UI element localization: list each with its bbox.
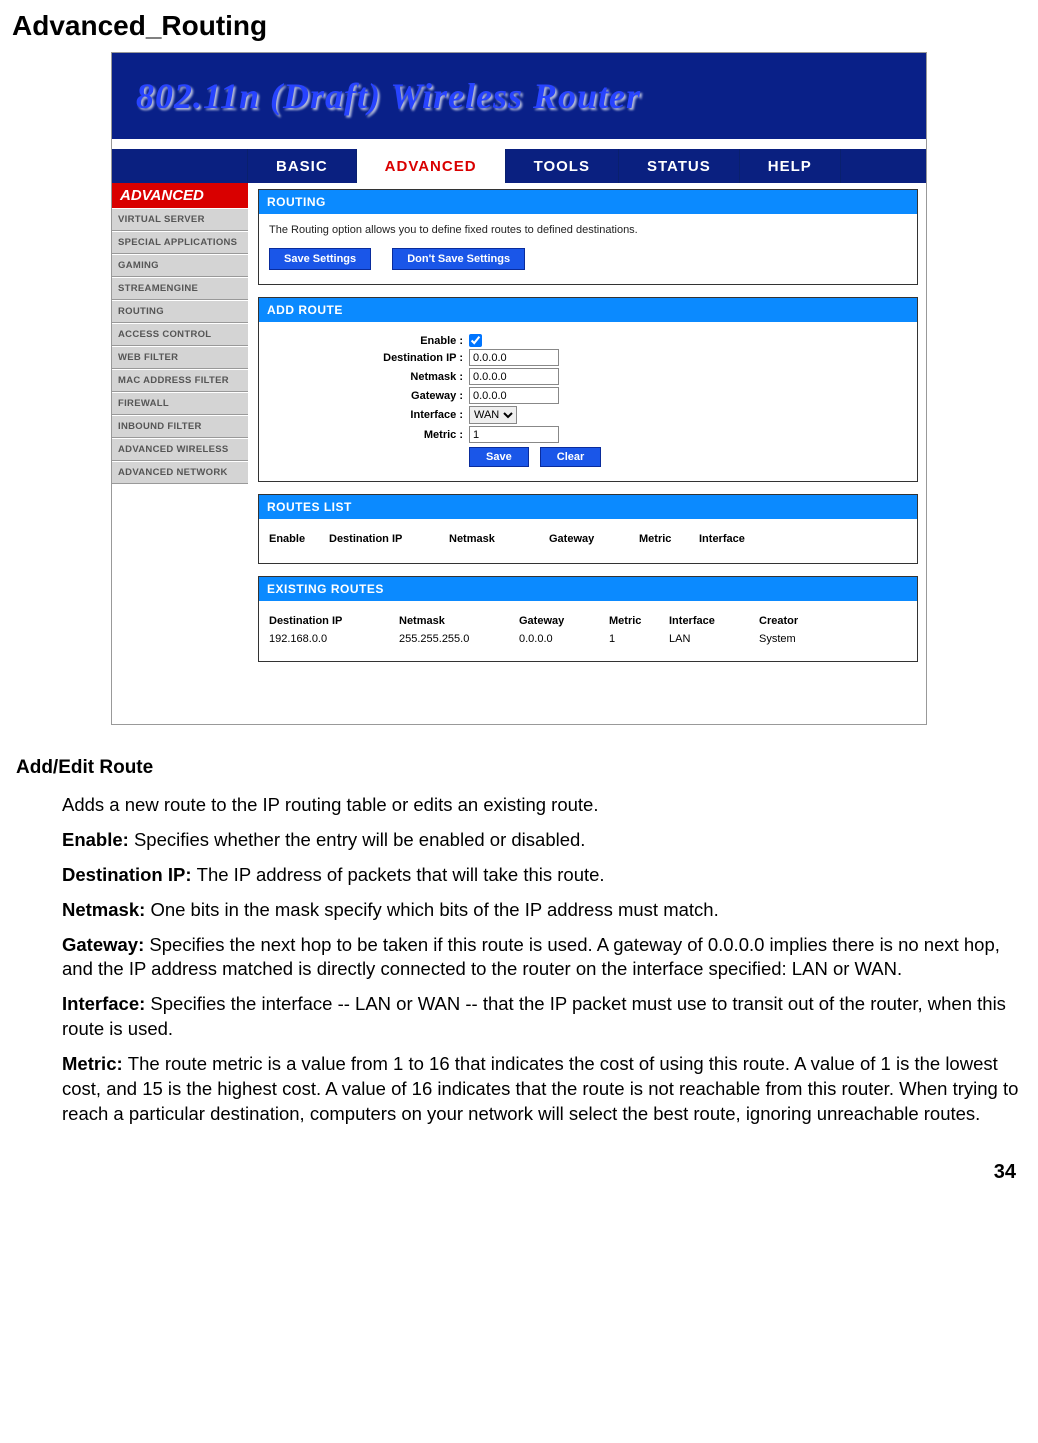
banner: 802.11n (Draft) Wireless Router [112, 53, 926, 139]
erow-gateway: 0.0.0.0 [519, 633, 609, 645]
add-route-panel-head: ADD ROUTE [259, 298, 917, 322]
ecol-netmask: Netmask [399, 615, 519, 627]
doc-interface: Interface: Specifies the interface -- LA… [62, 992, 1022, 1042]
erow-netmask: 255.255.255.0 [399, 633, 519, 645]
routing-panel: ROUTING The Routing option allows you to… [258, 189, 918, 285]
sidebar-item-web-filter[interactable]: WEB FILTER [112, 346, 248, 369]
routes-list-columns: Enable Destination IP Netmask Gateway Me… [269, 529, 907, 549]
page-title: Advanced_Routing [12, 10, 1026, 42]
sidebar-item-access-control[interactable]: ACCESS CONTROL [112, 323, 248, 346]
netmask-input[interactable] [469, 368, 559, 385]
content-area: ROUTING The Routing option allows you to… [248, 183, 926, 724]
doc-enable: Enable: Specifies whether the entry will… [62, 828, 1022, 853]
sidebar-item-virtual-server[interactable]: VIRTUAL SERVER [112, 208, 248, 231]
sidebar-item-advanced-wireless[interactable]: ADVANCED WIRELESS [112, 438, 248, 461]
router-admin-frame: 802.11n (Draft) Wireless Router BASIC AD… [111, 52, 927, 725]
metric-input[interactable] [469, 426, 559, 443]
sidebar-item-streamengine[interactable]: STREAMENGINE [112, 277, 248, 300]
nav-status[interactable]: STATUS [619, 149, 740, 183]
dont-save-settings-button[interactable]: Don't Save Settings [392, 248, 525, 270]
ecol-interface: Interface [669, 615, 759, 627]
erow-interface: LAN [669, 633, 759, 645]
destination-ip-input[interactable] [469, 349, 559, 366]
nav-advanced[interactable]: ADVANCED [357, 149, 506, 183]
routing-desc: The Routing option allows you to define … [269, 224, 907, 236]
main-nav: BASIC ADVANCED TOOLS STATUS HELP [112, 149, 926, 183]
col-metric: Metric [639, 533, 699, 545]
sidebar-head: ADVANCED [112, 183, 248, 208]
nav-tools[interactable]: TOOLS [506, 149, 619, 183]
ecol-destination-ip: Destination IP [269, 615, 399, 627]
label-netmask: Netmask : [269, 371, 469, 383]
sidebar-item-gaming[interactable]: GAMING [112, 254, 248, 277]
nav-basic[interactable]: BASIC [248, 149, 357, 183]
doc-destination-ip: Destination IP: The IP address of packet… [62, 863, 1022, 888]
add-route-clear-button[interactable]: Clear [540, 447, 602, 467]
doc-text: Add/Edit Route Adds a new route to the I… [16, 755, 1022, 1127]
sidebar: ADVANCED VIRTUAL SERVER SPECIAL APPLICAT… [112, 183, 248, 484]
existing-routes-panel: EXISTING ROUTES Destination IP Netmask G… [258, 576, 918, 662]
col-destination-ip: Destination IP [329, 533, 449, 545]
routes-list-panel: ROUTES LIST Enable Destination IP Netmas… [258, 494, 918, 564]
save-settings-button[interactable]: Save Settings [269, 248, 371, 270]
enable-checkbox[interactable] [469, 334, 482, 347]
col-enable: Enable [269, 533, 329, 545]
ecol-metric: Metric [609, 615, 669, 627]
sidebar-item-routing[interactable]: ROUTING [112, 300, 248, 323]
doc-gateway: Gateway: Specifies the next hop to be ta… [62, 933, 1022, 983]
label-gateway: Gateway : [269, 390, 469, 402]
add-route-save-button[interactable]: Save [469, 447, 529, 467]
label-destination-ip: Destination IP : [269, 352, 469, 364]
ecol-gateway: Gateway [519, 615, 609, 627]
sidebar-item-special-applications[interactable]: SPECIAL APPLICATIONS [112, 231, 248, 254]
add-route-panel: ADD ROUTE Enable : Destination IP : Netm… [258, 297, 918, 482]
label-enable: Enable : [269, 335, 469, 347]
sidebar-item-mac-address-filter[interactable]: MAC ADDRESS FILTER [112, 369, 248, 392]
existing-routes-columns: Destination IP Netmask Gateway Metric In… [269, 611, 907, 631]
existing-route-row: 192.168.0.0 255.255.255.0 0.0.0.0 1 LAN … [269, 631, 907, 647]
gateway-input[interactable] [469, 387, 559, 404]
col-interface: Interface [699, 533, 779, 545]
sidebar-item-advanced-network[interactable]: ADVANCED NETWORK [112, 461, 248, 484]
routing-panel-head: ROUTING [259, 190, 917, 214]
doc-netmask: Netmask: One bits in the mask specify wh… [62, 898, 1022, 923]
doc-intro: Adds a new route to the IP routing table… [62, 793, 1022, 818]
label-interface: Interface : [269, 409, 469, 421]
nav-help[interactable]: HELP [740, 149, 841, 183]
sidebar-item-firewall[interactable]: FIREWALL [112, 392, 248, 415]
interface-select[interactable]: WAN LAN [469, 406, 517, 424]
erow-metric: 1 [609, 633, 669, 645]
col-netmask: Netmask [449, 533, 549, 545]
existing-routes-head: EXISTING ROUTES [259, 577, 917, 601]
doc-heading: Add/Edit Route [16, 755, 1022, 781]
erow-creator: System [759, 633, 829, 645]
routes-list-head: ROUTES LIST [259, 495, 917, 519]
erow-destination-ip: 192.168.0.0 [269, 633, 399, 645]
sidebar-item-inbound-filter[interactable]: INBOUND FILTER [112, 415, 248, 438]
label-metric: Metric : [269, 429, 469, 441]
col-gateway: Gateway [549, 533, 639, 545]
doc-metric: Metric: The route metric is a value from… [62, 1052, 1022, 1127]
page-number: 34 [12, 1161, 1016, 1184]
ecol-creator: Creator [759, 615, 829, 627]
